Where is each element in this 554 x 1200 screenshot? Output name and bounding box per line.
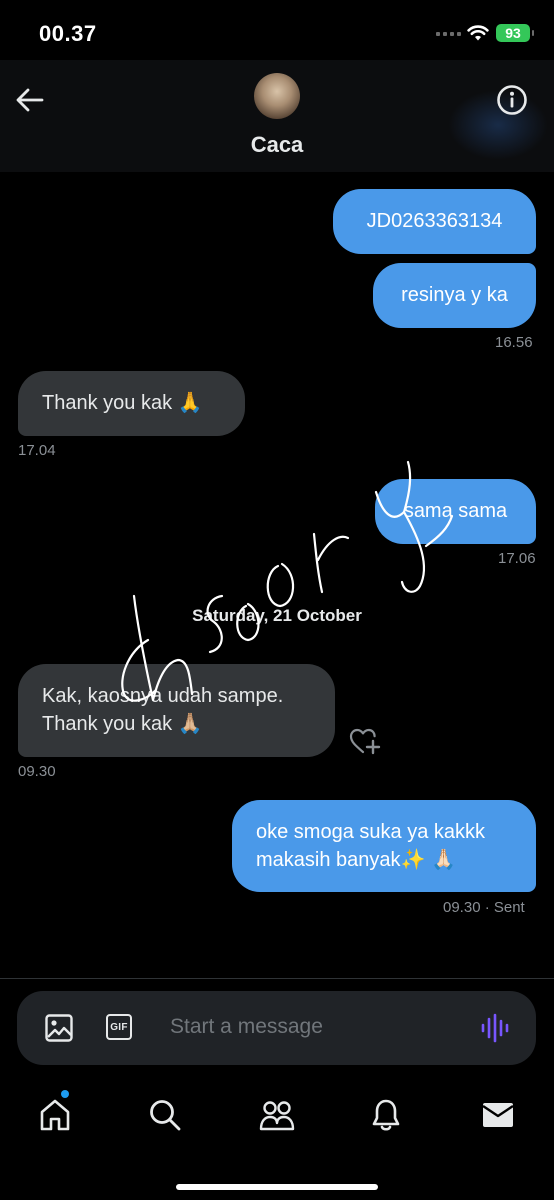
voice-message-icon[interactable] bbox=[480, 1012, 510, 1044]
info-button[interactable] bbox=[494, 82, 530, 118]
bell-icon bbox=[372, 1099, 400, 1131]
conversation-header: Caca bbox=[0, 60, 554, 172]
message-bubble-sent[interactable]: resinya y ka bbox=[373, 263, 536, 328]
gif-icon: GIF bbox=[110, 1021, 128, 1033]
wifi-icon bbox=[467, 25, 489, 41]
message-text: sama sama bbox=[403, 500, 508, 522]
communities-icon bbox=[259, 1101, 295, 1131]
avatar[interactable] bbox=[254, 73, 300, 119]
gif-button[interactable]: GIF bbox=[106, 1014, 132, 1040]
tab-search[interactable] bbox=[145, 1095, 185, 1135]
message-timestamp: 09.30 bbox=[18, 763, 56, 780]
tab-notifications[interactable] bbox=[366, 1095, 406, 1135]
message-text-line: oke smoga suka ya kakkk bbox=[256, 821, 485, 843]
message-bubble-sent[interactable]: sama sama bbox=[375, 479, 536, 544]
message-text: resinya y ka bbox=[401, 284, 508, 306]
message-bubble-received[interactable]: Thank you kak 🙏 bbox=[18, 371, 245, 436]
arrow-left-icon bbox=[16, 88, 44, 112]
home-indicator bbox=[176, 1184, 378, 1190]
notification-dot bbox=[61, 1090, 69, 1098]
back-button[interactable] bbox=[12, 82, 48, 118]
tab-communities[interactable] bbox=[257, 1095, 297, 1135]
message-text-line: makasih banyak✨ 🙏🏻 bbox=[256, 849, 456, 871]
tab-messages[interactable] bbox=[478, 1095, 518, 1135]
status-time: 00.37 bbox=[39, 21, 97, 46]
battery-indicator: 93 bbox=[496, 24, 534, 42]
tab-home[interactable] bbox=[35, 1095, 75, 1135]
message-timestamp: 16.56 bbox=[495, 334, 533, 351]
status-bar: 00.37 93 bbox=[0, 0, 554, 60]
info-icon bbox=[497, 85, 527, 115]
bottom-tab-bar bbox=[0, 1077, 554, 1200]
message-text: Thank you kak 🙏 bbox=[42, 392, 203, 414]
add-reaction-icon[interactable] bbox=[348, 726, 382, 756]
message-bubble-sent[interactable]: JD0263363134 bbox=[333, 189, 536, 254]
message-text-line: Kak, kaosnya udah sampe. bbox=[42, 685, 284, 707]
home-icon bbox=[40, 1099, 70, 1131]
image-icon[interactable] bbox=[44, 1013, 74, 1043]
message-timestamp: 17.04 bbox=[18, 442, 56, 459]
message-composer[interactable]: GIF Start a message bbox=[17, 991, 536, 1065]
cellular-signal-icon bbox=[436, 32, 461, 36]
message-bubble-sent[interactable]: oke smoga suka ya kakkk makasih banyak✨ … bbox=[232, 800, 536, 892]
search-icon bbox=[150, 1100, 181, 1131]
message-input[interactable]: Start a message bbox=[170, 1015, 323, 1039]
contact-name[interactable]: Caca bbox=[0, 132, 554, 158]
message-text: JD0263363134 bbox=[366, 210, 503, 232]
composer-divider bbox=[0, 978, 554, 979]
envelope-icon bbox=[482, 1103, 514, 1127]
message-timestamp: 17.06 bbox=[498, 550, 536, 567]
message-text-line: Thank you kak 🙏🏼 bbox=[42, 713, 203, 735]
message-bubble-received[interactable]: Kak, kaosnya udah sampe. Thank you kak 🙏… bbox=[18, 664, 335, 757]
date-separator: Saturday, 21 October bbox=[192, 606, 362, 625]
message-timestamp: 09.30 · Sent bbox=[443, 899, 525, 916]
